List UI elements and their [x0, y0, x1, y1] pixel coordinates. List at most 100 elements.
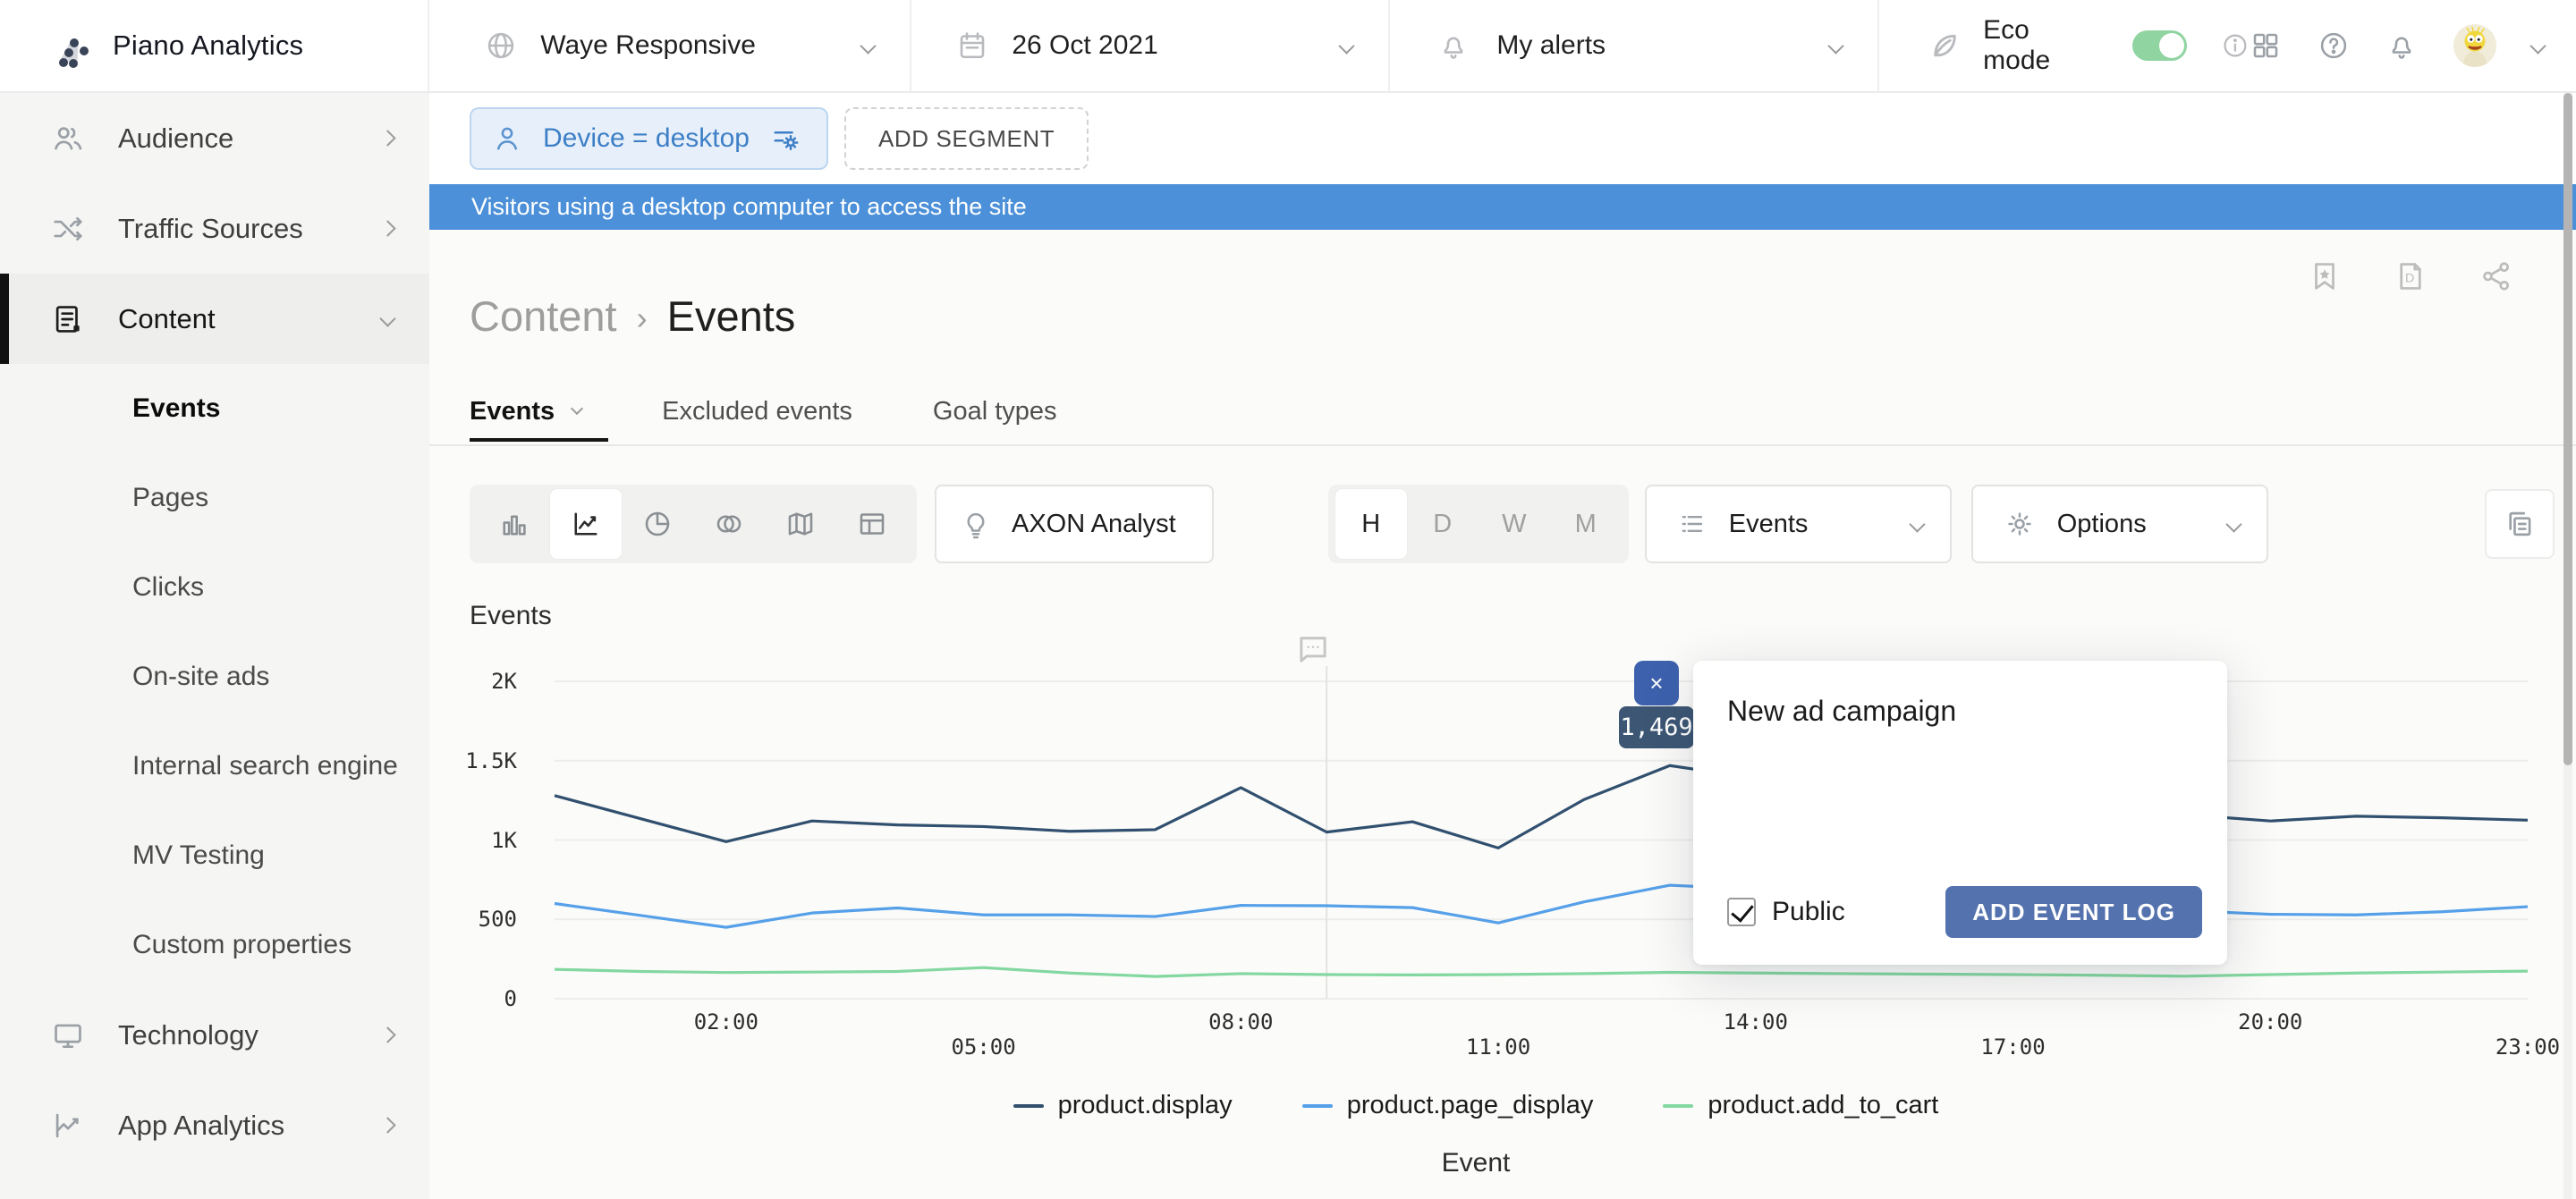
calendar-icon	[956, 30, 988, 62]
chevron-down-icon	[860, 38, 877, 54]
sidebar-subitem-events[interactable]: Events	[0, 364, 429, 453]
x-axis-tick: 02:00	[673, 1009, 780, 1034]
list-icon	[1677, 509, 1707, 539]
eco-mode-toggle[interactable]	[2132, 30, 2188, 61]
event-log-popup: New ad campaign Public ADD EVENT LOG	[1693, 661, 2227, 965]
chevron-right-icon	[379, 130, 395, 146]
brand-logo-block[interactable]: Piano Analytics	[0, 0, 428, 91]
segment-description-banner: Visitors using a desktop computer to acc…	[429, 184, 2576, 230]
axon-analyst-button[interactable]: AXON Analyst	[935, 485, 1214, 563]
granularity-hour[interactable]: H	[1335, 489, 1407, 559]
user-menu-chevron-icon[interactable]	[2529, 38, 2546, 54]
active-tab-underline	[470, 438, 608, 442]
chevron-down-icon	[571, 402, 583, 415]
sidebar-subitem-custom-properties[interactable]: Custom properties	[0, 900, 429, 990]
legend-swatch	[1302, 1104, 1333, 1108]
date-selector-label: 26 Oct 2021	[1012, 30, 1157, 61]
x-axis-tick: 11:00	[1445, 1034, 1552, 1060]
granularity-day[interactable]: D	[1407, 489, 1479, 559]
chart-legend: product.display product.page_display pro…	[429, 1091, 2522, 1120]
annotation-close-button[interactable]: ×	[1634, 661, 1679, 705]
sidebar-subitem-clicks[interactable]: Clicks	[0, 543, 429, 632]
x-axis-dimension-label: Event	[429, 1148, 2522, 1178]
duplicate-widget-button[interactable]	[2485, 489, 2555, 559]
legend-item-product-display[interactable]: product.display	[1013, 1091, 1233, 1120]
sidebar-item-label: Content	[118, 303, 216, 335]
export-document-icon[interactable]: D	[2394, 259, 2428, 293]
sidebar-subitem-onsite-ads[interactable]: On-site ads	[0, 632, 429, 722]
lightbulb-icon	[960, 508, 992, 540]
sidebar-item-app-analytics[interactable]: App Analytics	[0, 1080, 429, 1170]
events-dropdown[interactable]: Events	[1645, 485, 1952, 563]
event-log-title-input[interactable]: New ad campaign	[1727, 695, 2191, 728]
gear-icon	[2004, 508, 2036, 540]
bookmark-star-icon[interactable]	[2308, 259, 2342, 293]
legend-swatch	[1663, 1104, 1693, 1108]
sidebar-item-label: Traffic Sources	[118, 213, 303, 245]
sidebar-item-technology[interactable]: Technology	[0, 990, 429, 1080]
chevron-down-icon	[2225, 516, 2241, 532]
sidebar-item-content[interactable]: Content	[0, 274, 429, 364]
public-checkbox[interactable]	[1727, 898, 1756, 926]
alerts-selector[interactable]: My alerts	[1388, 0, 1877, 91]
x-axis-tick: 23:00	[2474, 1034, 2576, 1060]
topbar-actions	[2250, 0, 2576, 91]
user-avatar[interactable]	[2453, 24, 2496, 67]
map-icon[interactable]	[765, 489, 836, 559]
granularity-month[interactable]: M	[1550, 489, 1622, 559]
sidebar-item-traffic-sources[interactable]: Traffic Sources	[0, 183, 429, 274]
bar-chart-icon[interactable]	[479, 489, 550, 559]
segment-chip-label: Device = desktop	[543, 123, 750, 154]
breadcrumb-separator: ›	[637, 300, 648, 337]
segment-chip-device-desktop[interactable]: Device = desktop	[470, 107, 828, 170]
breadcrumb-section[interactable]: Content	[470, 291, 617, 341]
chevron-right-icon	[379, 1117, 395, 1133]
tab-events[interactable]: Events	[470, 397, 581, 426]
legend-item-product-add-to-cart[interactable]: product.add_to_cart	[1663, 1091, 1938, 1120]
chevron-right-icon	[379, 1026, 395, 1043]
pie-chart-icon[interactable]	[622, 489, 693, 559]
options-dropdown[interactable]: Options	[1971, 485, 2268, 563]
sidebar-subitem-internal-search[interactable]: Internal search engine	[0, 722, 429, 811]
vertical-scrollbar-thumb[interactable]	[2563, 93, 2572, 765]
chart-title: Events	[470, 601, 552, 631]
add-event-log-button[interactable]: ADD EVENT LOG	[1945, 886, 2202, 938]
tab-goal-types[interactable]: Goal types	[933, 397, 1057, 426]
help-icon[interactable]	[2318, 30, 2350, 62]
annotation-comment-icon[interactable]	[1294, 630, 1332, 668]
site-selector[interactable]: Waye Responsive	[428, 0, 910, 91]
date-selector[interactable]: 26 Oct 2021	[910, 0, 1388, 91]
sidebar-item-audience[interactable]: Audience	[0, 93, 429, 183]
x-axis-tick: 05:00	[930, 1034, 1038, 1060]
table-icon[interactable]	[836, 489, 908, 559]
monitor-icon	[51, 1018, 85, 1052]
copy-icon	[2503, 507, 2537, 541]
page-title: Events	[667, 291, 796, 341]
info-icon[interactable]	[2221, 31, 2250, 60]
public-checkbox-label: Public	[1772, 897, 1845, 927]
leaf-icon	[1926, 28, 1962, 63]
data-point-tooltip: 1,469	[1619, 706, 1694, 748]
sidebar-subitem-mv-testing[interactable]: MV Testing	[0, 811, 429, 900]
shuffle-icon	[51, 212, 85, 246]
venn-icon[interactable]	[693, 489, 765, 559]
x-axis-tick: 14:00	[1702, 1009, 1809, 1034]
report-tabs: Events Excluded events Goal types	[470, 379, 1057, 443]
eco-mode-label: Eco mode	[1983, 15, 2103, 76]
legend-item-product-page-display[interactable]: product.page_display	[1302, 1091, 1594, 1120]
segment-settings-icon[interactable]	[769, 122, 801, 155]
sidebar-subitem-pages[interactable]: Pages	[0, 453, 429, 543]
x-axis-tick: 20:00	[2216, 1009, 2324, 1034]
add-segment-button[interactable]: ADD SEGMENT	[844, 107, 1089, 170]
chevron-down-icon	[1339, 38, 1355, 54]
share-icon[interactable]	[2479, 259, 2513, 293]
granularity-week[interactable]: W	[1479, 489, 1550, 559]
line-chart-icon[interactable]	[550, 489, 622, 559]
users-icon	[51, 122, 85, 156]
apps-grid-icon[interactable]	[2250, 30, 2282, 62]
sidebar-item-label: Audience	[118, 122, 233, 155]
notifications-bell-icon[interactable]	[2385, 30, 2418, 62]
sidebar-item-label: Technology	[118, 1019, 258, 1051]
tab-excluded-events[interactable]: Excluded events	[662, 397, 852, 426]
chart-type-switcher	[470, 485, 917, 563]
